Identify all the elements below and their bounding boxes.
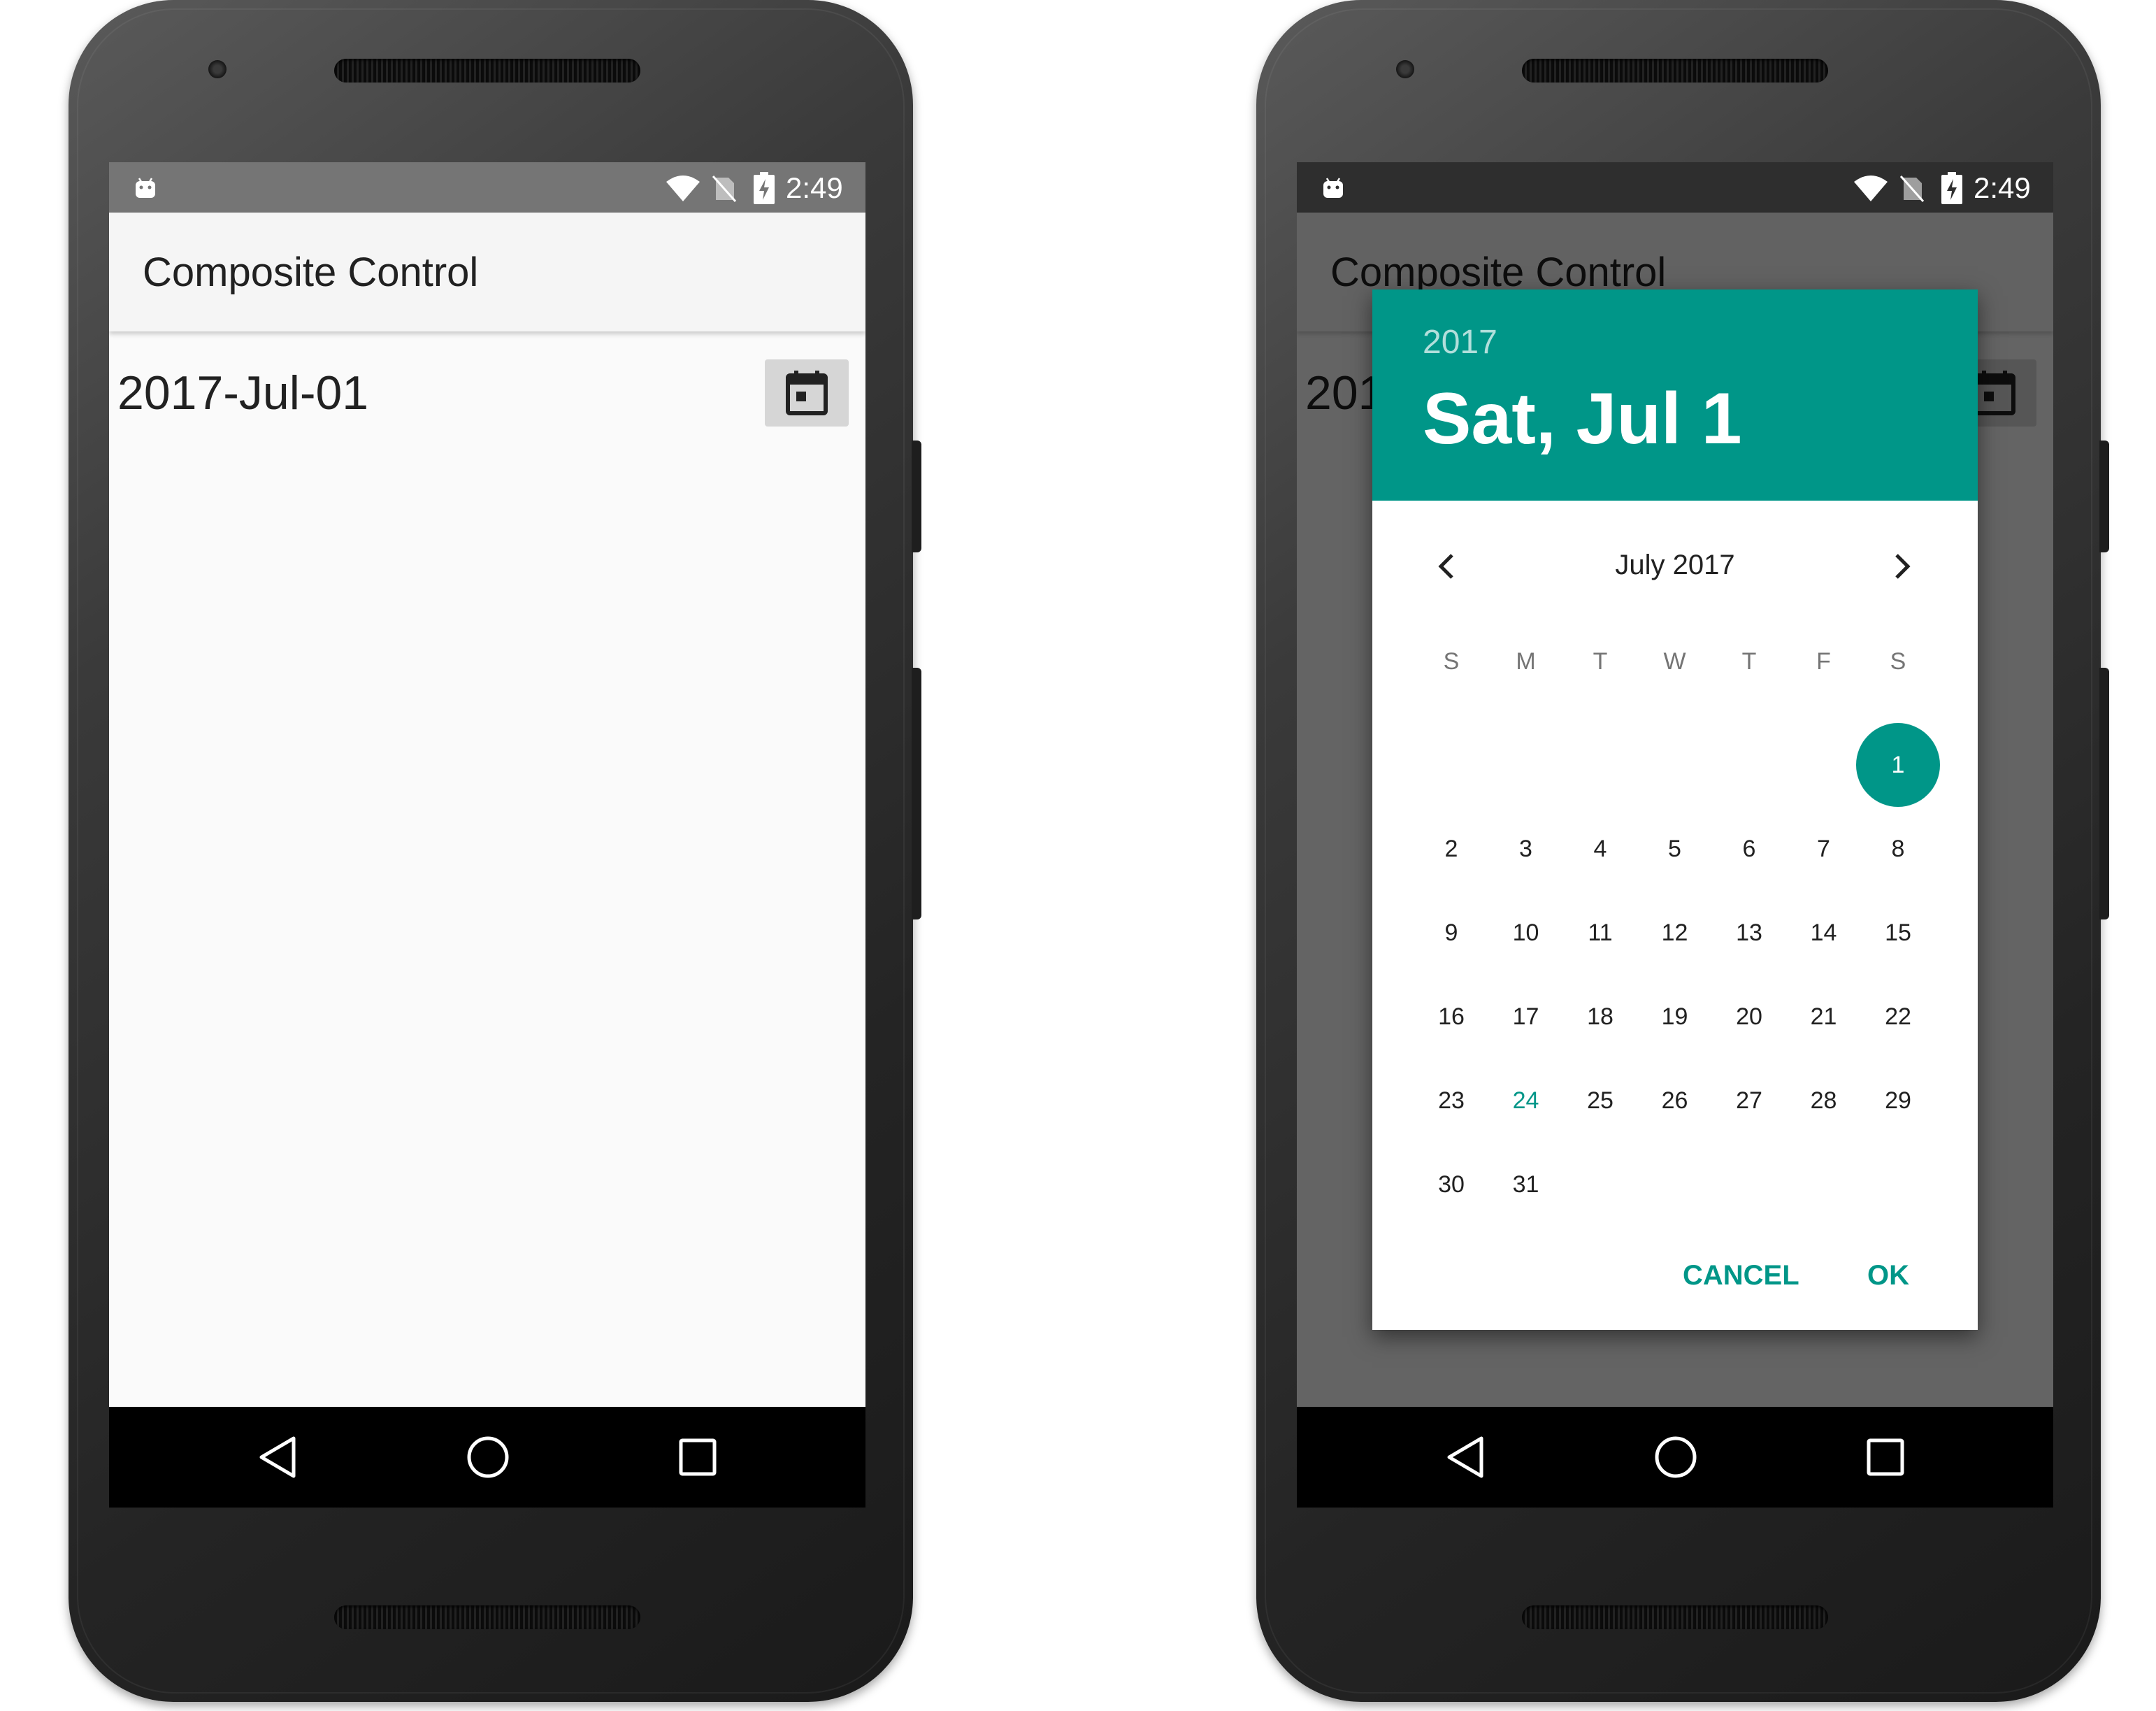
calendar-day[interactable]: 19 [1647,1003,1703,1031]
recents-icon[interactable] [1866,1438,1905,1477]
date-text: 2017-Jul-01 [117,366,369,420]
calendar-day[interactable]: 31 [1498,1171,1554,1198]
calendar-day-today[interactable]: 24 [1498,1087,1554,1115]
earpiece-speaker [334,59,640,83]
weekday-header: F [1816,648,1831,675]
front-camera [1396,60,1414,78]
calendar-day-selected[interactable]: 1 [1856,723,1940,807]
status-time: 2:49 [1974,171,2031,204]
back-icon[interactable] [257,1435,299,1480]
weekday-header: S [1890,648,1906,675]
app-title: Composite Control [143,250,479,295]
phone-left: 2:49 Composite Control 2017-Jul-01 [69,0,921,1702]
calendar-day[interactable]: 27 [1721,1087,1777,1115]
recents-icon[interactable] [678,1438,717,1477]
calendar-day[interactable]: 2 [1423,835,1479,863]
date-picker-dialog: 2017 Sat, Jul 1 July 2017 SMTWTFS1234567… [1372,289,1978,1330]
calendar-day[interactable]: 11 [1572,919,1628,947]
calendar-day[interactable]: 13 [1721,919,1777,947]
calendar-day[interactable]: 18 [1572,1003,1628,1031]
weekday-header: T [1741,648,1757,675]
ok-button[interactable]: OK [1867,1259,1909,1292]
app-bar: Composite Control [109,213,865,331]
calendar-day[interactable]: 6 [1721,835,1777,863]
calendar-day[interactable]: 7 [1796,835,1852,863]
bottom-speaker [1522,1605,1828,1629]
calendar-day[interactable]: 12 [1647,919,1703,947]
calendar-day[interactable]: 17 [1498,1003,1554,1031]
weekday-header: W [1663,648,1686,675]
home-icon[interactable] [1653,1435,1698,1480]
calendar-day[interactable]: 5 [1647,835,1703,863]
calendar-icon [786,371,828,415]
calendar-day[interactable]: 14 [1796,919,1852,947]
calendar-day[interactable]: 22 [1870,1003,1926,1031]
no-sim-icon [1899,176,1925,202]
front-camera [208,60,227,78]
screen: 2:49 Composite Control 201 2017 Sat, Jul… [1297,162,2053,1508]
status-time: 2:49 [786,171,843,204]
android-icon [1323,178,1343,198]
weekday-header: M [1516,648,1536,675]
status-bar: 2:49 [1297,162,2053,213]
calendar-day[interactable]: 8 [1870,835,1926,863]
weekday-header: S [1443,648,1460,675]
calendar-day[interactable]: 4 [1572,835,1628,863]
pick-date-button[interactable] [765,359,849,427]
calendar-day[interactable]: 15 [1870,919,1926,947]
calendar-day[interactable]: 10 [1498,919,1554,947]
battery-charging-icon [754,172,775,204]
calendar-day[interactable]: 16 [1423,1003,1479,1031]
wifi-icon [666,176,700,201]
phone-right: 2:49 Composite Control 201 2017 Sat, Jul… [1256,0,2109,1702]
earpiece-speaker [1522,59,1828,83]
calendar-day[interactable]: 21 [1796,1003,1852,1031]
calendar-day[interactable]: 26 [1647,1087,1703,1115]
battery-charging-icon [1941,172,1962,204]
navigation-bar [1297,1407,2053,1508]
home-icon[interactable] [466,1435,510,1480]
calendar-day[interactable]: 3 [1498,835,1554,863]
calendar-day[interactable]: 25 [1572,1087,1628,1115]
status-bar: 2:49 [109,162,865,213]
screen: 2:49 Composite Control 2017-Jul-01 [109,162,865,1508]
weekday-header: T [1593,648,1608,675]
calendar-day[interactable]: 23 [1423,1087,1479,1115]
navigation-bar [109,1407,865,1508]
header-selected-date[interactable]: Sat, Jul 1 [1423,378,1742,460]
calendar-day[interactable]: 20 [1721,1003,1777,1031]
back-icon[interactable] [1445,1435,1487,1480]
calendar-day[interactable]: 29 [1870,1087,1926,1115]
calendar-day[interactable]: 30 [1423,1171,1479,1198]
calendar-day[interactable]: 9 [1423,919,1479,947]
bottom-speaker [334,1605,640,1629]
cancel-button[interactable]: CANCEL [1683,1259,1799,1292]
no-sim-icon [712,176,737,202]
date-picker-header: 2017 Sat, Jul 1 [1372,289,1978,501]
android-icon [136,178,155,198]
calendar-day[interactable]: 28 [1796,1087,1852,1115]
chevron-right-icon[interactable] [1884,550,1918,583]
wifi-icon [1854,176,1888,201]
header-year[interactable]: 2017 [1423,323,1497,362]
